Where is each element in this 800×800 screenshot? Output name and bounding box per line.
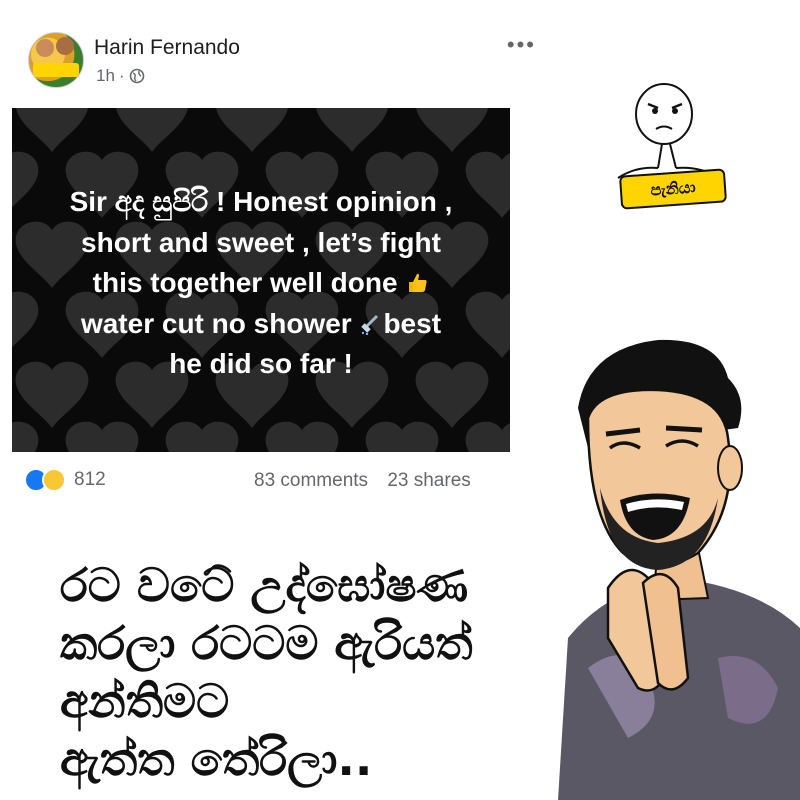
globe-icon (129, 68, 144, 84)
more-horizontal-icon[interactable]: ••• (507, 32, 536, 58)
post-line-4: water cut no shower (80, 307, 352, 339)
post-card-text: Sir අද සුපිරි ! Honest opinion , short a… (32, 182, 490, 385)
shares-count[interactable]: 23 shares (387, 470, 470, 491)
haha-icon (42, 468, 66, 492)
caption-line-2: කරලා රටටම ඇරියත් (60, 616, 473, 670)
post-card: Sir අද සුපිරි ! Honest opinion , short a… (12, 108, 510, 452)
author-avatar[interactable] (28, 32, 84, 88)
author-name[interactable]: Harin Fernando (94, 36, 240, 60)
post-line-1: Sir අද සුපිරි ! Honest opinion , (69, 186, 453, 217)
comments-shares: 83 comments 23 shares (254, 470, 485, 492)
meme-badge: පැනියා (618, 168, 728, 210)
post-line-4-wrap: water cut no shower best (32, 304, 490, 345)
post-header: Harin Fernando 1h · ••• (28, 30, 534, 90)
caption-line-4: ඇත්ත තේරිලා.. (60, 732, 373, 786)
comments-count[interactable]: 83 comments (254, 470, 368, 491)
caption-line-3: අන්තිමට (60, 674, 230, 728)
post-meta: 1h · (96, 66, 145, 86)
shower-icon (361, 314, 379, 335)
reactions-summary[interactable]: 812 (24, 468, 106, 492)
reaction-count[interactable]: 812 (74, 469, 106, 491)
meme-caption: රට වටේ උද්ඝෝෂණ කරලා රටටම ඇරියත් අන්තිමට … (60, 556, 473, 788)
caption-line-1: රට වටේ උද්ඝෝෂණ (60, 558, 469, 612)
laughing-man-illustration (558, 339, 800, 800)
thumbs-up-icon (409, 273, 427, 293)
post-line-2: short and sweet , let’s fight (81, 226, 441, 258)
post-time[interactable]: 1h (96, 66, 115, 86)
post-line-3: this together well done (92, 267, 398, 299)
post-line-3-wrap: this together well done (32, 263, 490, 304)
meta-separator: · (118, 66, 125, 85)
post-line-5: he did so far ! (169, 348, 353, 380)
post-line-4-end: best (383, 307, 442, 339)
